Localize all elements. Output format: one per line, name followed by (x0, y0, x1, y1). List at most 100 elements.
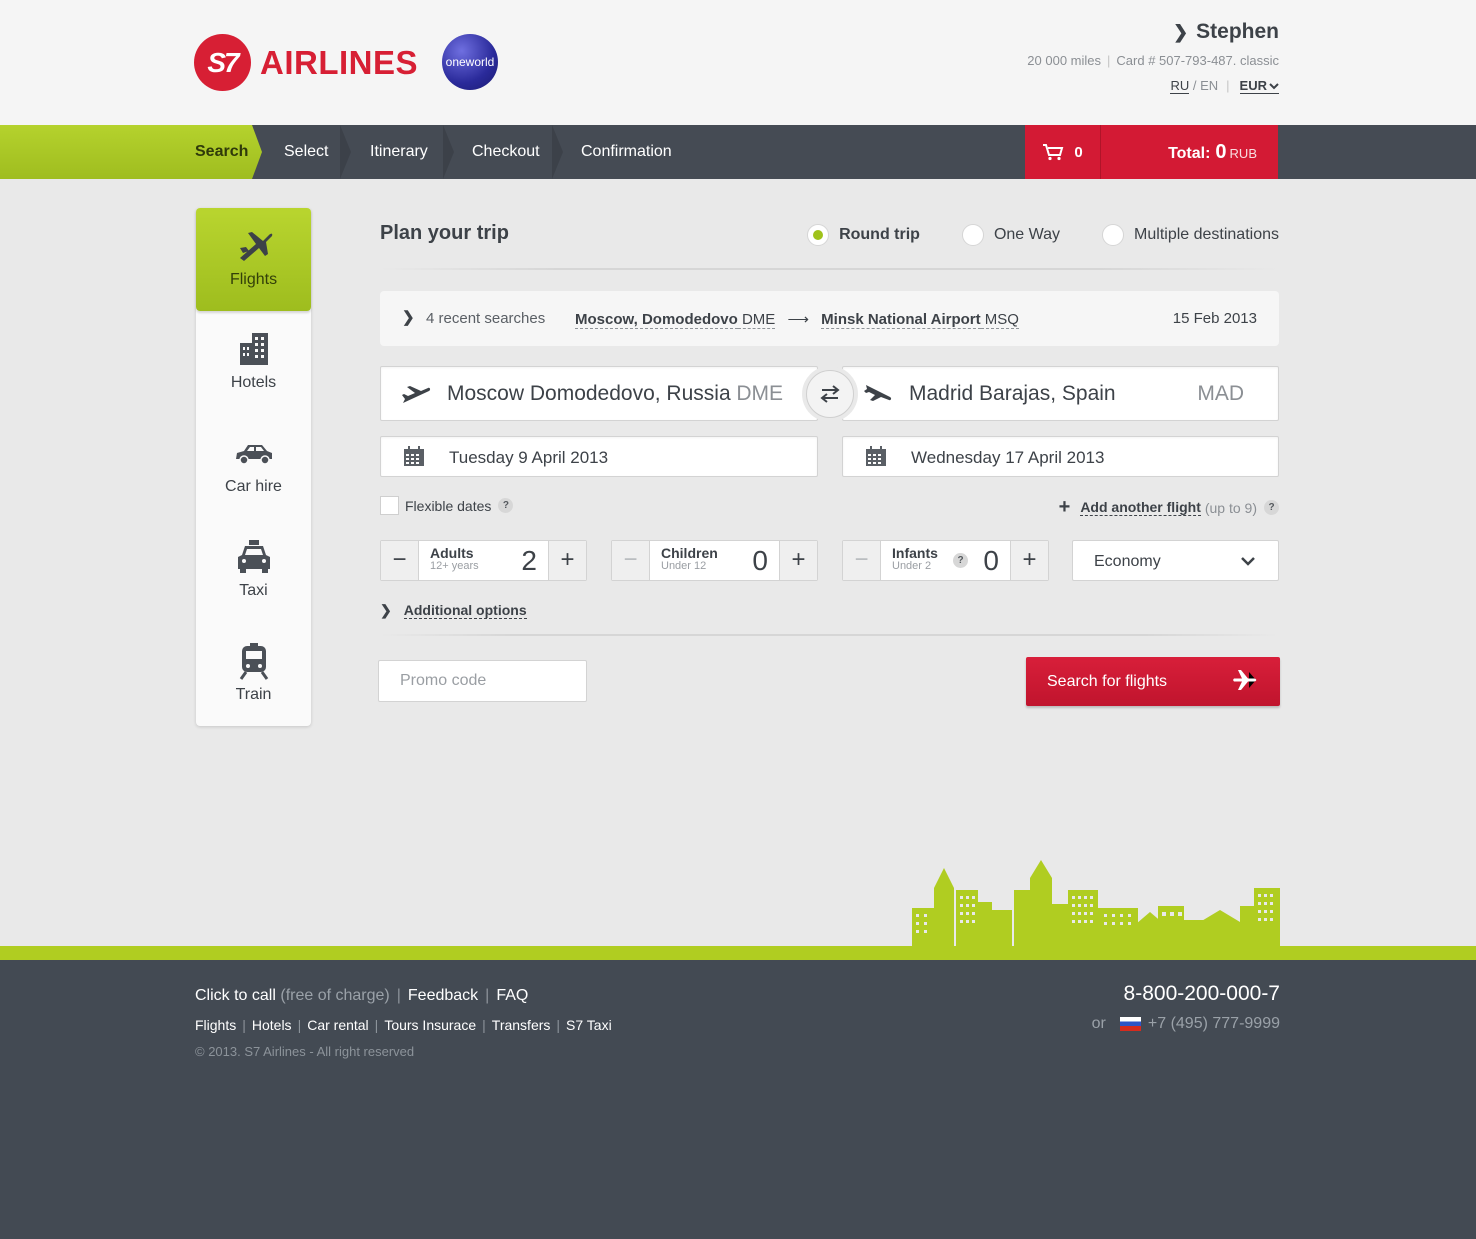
footer-link-tours-insurance[interactable]: Tours Insurace (384, 1017, 476, 1033)
footer-links: Click to call (free of charge) | Feedback |… (195, 987, 529, 1004)
adults-count: 2 (521, 545, 537, 576)
cart-total: Total: 0 RUB (1168, 141, 1257, 163)
site-footer: Click to call (free of charge) | Feedback |… (0, 960, 1476, 1239)
footer-link-s7-taxi[interactable]: S7 Taxi (566, 1017, 612, 1033)
user-card: Card # 507-793-487. classic (1116, 53, 1279, 68)
radio-one-way[interactable]: One Way (961, 224, 1060, 246)
destination-name: Madrid Barajas, Spain (909, 382, 1116, 405)
recent-searches[interactable]: ❯ 4 recent searches Moscow, Domodedovo D… (380, 291, 1279, 346)
add-another-flight-link[interactable]: Add another flight (1080, 499, 1201, 516)
trip-type-radios: Round trip One Way Multiple destinations (765, 224, 1279, 246)
cart-count[interactable]: 0 (1025, 125, 1101, 179)
infants-stepper: − Infants Under 2 ? 0 + (842, 540, 1049, 581)
user-name-link[interactable]: ❯ Stephen (1027, 20, 1279, 44)
page-title: Plan your trip (380, 222, 509, 244)
sidenav-item-flights[interactable]: Flights (196, 208, 311, 311)
alt-phone: or +7 (495) 777-9999 (1091, 1015, 1280, 1033)
s7-logo[interactable]: S7 AIRLINES (194, 34, 418, 91)
footer-link-transfers[interactable]: Transfers (492, 1017, 551, 1033)
feedback-link[interactable]: Feedback (408, 987, 478, 1004)
user-miles: 20 000 miles (1027, 53, 1102, 68)
currency-select[interactable]: EUR (1239, 78, 1279, 94)
radio-multiple-destinations[interactable]: Multiple destinations (1102, 224, 1279, 246)
origin-field[interactable]: Moscow Domodedovo, Russia DME (380, 366, 818, 421)
cabin-class-select[interactable]: Economy (1072, 540, 1279, 581)
footer-link-hotels[interactable]: Hotels (252, 1017, 292, 1033)
radio-dot (807, 224, 830, 246)
adults-increment-button[interactable]: + (548, 541, 586, 580)
lang-en[interactable]: EN (1200, 78, 1218, 93)
step-checkout[interactable]: Checkout (472, 125, 540, 179)
depart-date-value: Tuesday 9 April 2013 (449, 448, 609, 467)
add-flight-note: (up to 9) (1204, 499, 1257, 516)
recent-search-route[interactable]: Moscow, Domodedovo DME ⟶ Minsk National … (575, 310, 1019, 329)
cart-panel[interactable]: 0 Total: 0 RUB (1025, 125, 1278, 179)
landing-icon (864, 385, 892, 401)
step-divider (340, 125, 352, 179)
flexible-dates-row: Flexible dates ? (380, 496, 514, 515)
copyright: © 2013. S7 Airlines - All right reserved (195, 1044, 415, 1059)
help-icon[interactable]: ? (498, 498, 514, 513)
footer-link-flights[interactable]: Flights (195, 1017, 236, 1033)
airplane-icon (239, 232, 272, 261)
return-date-value: Wednesday 17 April 2013 (911, 448, 1105, 467)
lang-ru[interactable]: RU (1170, 78, 1190, 94)
step-itinerary[interactable]: Itinerary (370, 125, 428, 179)
step-divider (443, 125, 455, 179)
sidenav-item-hotels[interactable]: Hotels (196, 311, 311, 414)
adults-decrement-button[interactable]: − (381, 541, 419, 580)
step-confirmation[interactable]: Confirmation (581, 125, 672, 179)
children-count: 0 (752, 545, 768, 576)
taxi-icon (237, 540, 270, 573)
recent-searches-count[interactable]: 4 recent searches (426, 310, 545, 327)
step-divider (552, 125, 564, 179)
radio-dot (961, 224, 984, 246)
depart-date-field[interactable]: Tuesday 9 April 2013 (380, 436, 818, 477)
footer-nav: Flights | Hotels | Car rental | Tours Insurace… (195, 1017, 612, 1033)
help-icon[interactable]: ? (953, 553, 968, 568)
radio-dot (1102, 224, 1125, 246)
adults-label: Adults 12+ years (430, 545, 479, 572)
step-search[interactable]: Search (195, 125, 248, 179)
infants-decrement-button[interactable]: − (843, 541, 881, 580)
chevron-right-icon: ❯ (1173, 22, 1189, 42)
product-sidenav: Flights Hotels Car hire Taxi Train (196, 208, 311, 726)
divider (380, 634, 1278, 636)
plus-icon: + (1058, 496, 1071, 518)
sidenav-item-car-hire[interactable]: Car hire (196, 415, 311, 518)
cart-total-currency: RUB (1229, 146, 1257, 161)
s7-logo-badge: S7 (194, 34, 251, 91)
hotline-phone[interactable]: 8-800-200-000-7 (1124, 982, 1280, 1006)
children-increment-button[interactable]: + (779, 541, 817, 580)
additional-options-toggle[interactable]: ❯ Additional options (380, 602, 527, 619)
takeoff-icon (402, 386, 431, 403)
flexible-dates-label[interactable]: Flexible dates (405, 498, 491, 514)
promo-code-input[interactable] (378, 660, 587, 702)
step-select[interactable]: Select (284, 125, 328, 179)
infants-increment-button[interactable]: + (1010, 541, 1048, 580)
children-decrement-button[interactable]: − (612, 541, 650, 580)
sidenav-item-taxi[interactable]: Taxi (196, 519, 311, 622)
click-to-call-link[interactable]: Click to call (free of charge) (195, 987, 390, 1004)
divider (380, 268, 1278, 270)
adults-stepper: − Adults 12+ years 2 + (380, 540, 587, 581)
destination-field[interactable]: Madrid Barajas, Spain MAD (842, 366, 1279, 421)
search-flights-button[interactable]: Search for flights (1026, 657, 1280, 706)
faq-link[interactable]: FAQ (496, 987, 528, 1004)
footer-link-car-rental[interactable]: Car rental (307, 1017, 368, 1033)
cart-total-value: 0 (1215, 141, 1227, 163)
add-flight-row: + Add another flight (up to 9) ? (1059, 496, 1279, 519)
calendar-icon (404, 446, 424, 466)
car-icon (235, 445, 272, 465)
oneworld-logo: oneworld (442, 34, 498, 90)
radio-round-trip[interactable]: Round trip (807, 224, 920, 246)
flexible-dates-checkbox[interactable] (380, 496, 399, 515)
chevron-right-icon: ❯ (402, 309, 415, 326)
return-date-field[interactable]: Wednesday 17 April 2013 (842, 436, 1279, 477)
swap-airports-button[interactable] (806, 370, 854, 418)
alt-phone-number[interactable]: +7 (495) 777-9999 (1148, 1015, 1280, 1033)
children-stepper: − Children Under 12 0 + (611, 540, 818, 581)
help-icon[interactable]: ? (1264, 500, 1279, 515)
chevron-down-icon (1269, 83, 1279, 90)
sidenav-item-train[interactable]: Train (196, 623, 311, 726)
